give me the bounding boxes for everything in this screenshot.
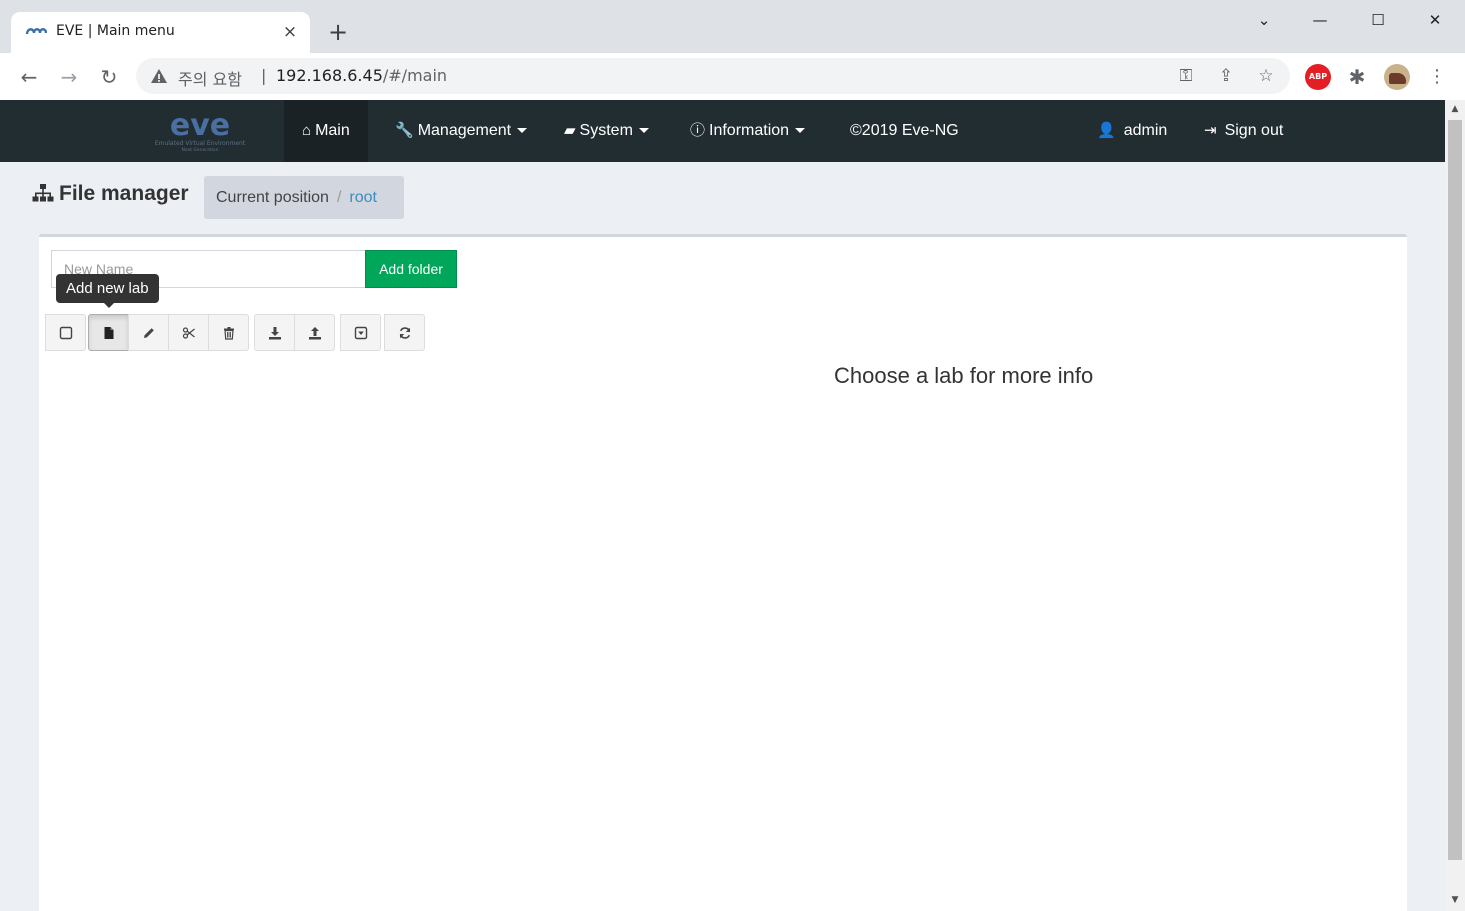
nav-sign-out-label: Sign out [1224,122,1284,139]
nav-information[interactable]: ⓘ Information [672,100,823,162]
rename-button[interactable] [128,314,169,351]
minimize-button[interactable]: — [1300,6,1340,34]
new-tab-button[interactable]: + [324,18,352,46]
user-icon: 👤 [1097,122,1116,139]
close-window-button[interactable]: ✕ [1415,6,1455,34]
select-all-button[interactable] [45,314,86,351]
nav-user[interactable]: 👤 admin [1079,100,1185,162]
tab-title: EVE | Main menu [56,23,175,39]
nav-sign-out[interactable]: ⇥ Sign out [1186,100,1301,162]
info-icon: ⓘ [690,122,706,139]
back-arrow-icon[interactable]: ← [14,62,44,92]
nav-copyright[interactable]: ©2019 Eve-NG [832,100,977,162]
toolbar-group-transfer [254,314,335,351]
logo-subtitle: Emulated Virtual Environment [155,140,246,147]
browser-tabstrip: EVE | Main menu × + ⌄ — ☐ ✕ [0,0,1465,54]
file-manager-box: Add folder Add new lab [39,234,1407,911]
nav-management[interactable]: 🔧 Management [377,100,545,162]
scroll-up-arrow-icon[interactable]: ▲ [1445,100,1465,118]
file-icon [104,326,113,339]
tooltip: Add new lab [56,274,159,308]
eve-favicon-icon [25,28,47,35]
pencil-icon [143,327,154,338]
sitemap-icon [32,184,54,202]
breadcrumb-root-link[interactable]: root [349,189,377,206]
eve-navbar: eve Emulated Virtual Environment Next Ge… [0,100,1445,162]
forward-arrow-icon[interactable]: → [54,62,84,92]
nav-system-label: System [579,122,633,139]
browser-toolbar: ← → ↻ 주의 요함 | 192.168.6.45/#/main ⚿ ⇪ ☆ … [0,53,1465,100]
extensions-puzzle-icon[interactable]: ✱ [1344,64,1370,90]
lab-info-message: Choose a lab for more info [834,363,1094,388]
logo-text: eve [170,108,230,143]
nav-copyright-label: ©2019 Eve-NG [850,122,959,139]
scrollbar-thumb[interactable] [1448,120,1462,860]
trash-icon [223,326,234,340]
add-new-lab-button[interactable] [88,314,129,351]
adblock-icon[interactable]: ABP [1305,64,1331,90]
cut-button[interactable] [168,314,209,351]
warning-icon [151,69,167,83]
tab-close-icon[interactable]: × [280,22,300,42]
address-bar[interactable]: 주의 요함 | 192.168.6.45/#/main ⚿ ⇪ ☆ [136,58,1290,94]
scissors-icon [182,326,195,339]
bookmark-star-icon[interactable]: ☆ [1254,64,1278,88]
profile-avatar[interactable] [1384,64,1410,90]
download-icon [268,326,281,339]
url-text[interactable]: 192.168.6.45/#/main [276,66,447,85]
logo-subtitle-2: Next Generation [181,147,218,153]
toolbar-group-collapse [340,314,381,351]
import-button[interactable] [294,314,335,351]
tab-search-icon[interactable]: ⌄ [1244,6,1284,34]
url-path: /#/main [382,66,448,85]
toolbar-group-refresh [384,314,425,351]
breadcrumb-current: Current position [216,189,329,206]
security-label[interactable]: 주의 요함 [178,66,242,90]
scroll-down-arrow-icon[interactable]: ▼ [1445,891,1465,909]
page-title-text: File manager [59,182,189,205]
caret-down-icon [638,128,649,134]
breadcrumb: Current position / root [204,176,404,219]
page-scrollbar[interactable]: ▲ ▼ [1445,100,1465,911]
home-icon: ⌂ [302,122,312,139]
maximize-button[interactable]: ☐ [1358,6,1398,34]
add-folder-button[interactable]: Add folder [365,250,457,288]
browser-menu-icon[interactable]: ⋮ [1424,64,1450,90]
sign-out-icon: ⇥ [1204,122,1217,139]
browser-tab[interactable]: EVE | Main menu × [11,12,310,54]
toolbar-group-select [45,314,86,351]
caret-down-icon [795,128,806,134]
refresh-button[interactable] [384,314,425,351]
nav-information-label: Information [709,122,790,139]
nav-main-label: Main [315,122,350,139]
caret-down-icon [517,128,528,134]
collapse-button[interactable] [340,314,381,351]
eve-logo[interactable]: eve Emulated Virtual Environment Next Ge… [143,108,257,154]
delete-button[interactable] [208,314,249,351]
nav-system[interactable]: ▰ System [546,100,667,162]
refresh-icon [399,326,410,339]
checkbox-icon [59,326,72,339]
reload-icon[interactable]: ↻ [94,62,124,92]
nav-main[interactable]: ⌂ Main [284,100,368,162]
address-separator: | [261,66,267,85]
share-icon[interactable]: ⇪ [1214,64,1238,88]
breadcrumb-separator: / [336,189,342,206]
wrench-icon: 🔧 [395,122,414,139]
url-host: 192.168.6.45 [276,66,383,85]
caret-square-down-icon [354,326,367,339]
key-icon[interactable]: ⚿ [1174,64,1198,88]
export-button[interactable] [254,314,295,351]
nav-user-label: admin [1123,122,1168,139]
nav-management-label: Management [417,122,512,139]
book-icon: ▰ [564,122,576,139]
page-title: File manager [32,180,189,206]
upload-icon [308,326,321,339]
toolbar-group-edit [88,314,249,351]
page-viewport: eve Emulated Virtual Environment Next Ge… [0,100,1445,911]
